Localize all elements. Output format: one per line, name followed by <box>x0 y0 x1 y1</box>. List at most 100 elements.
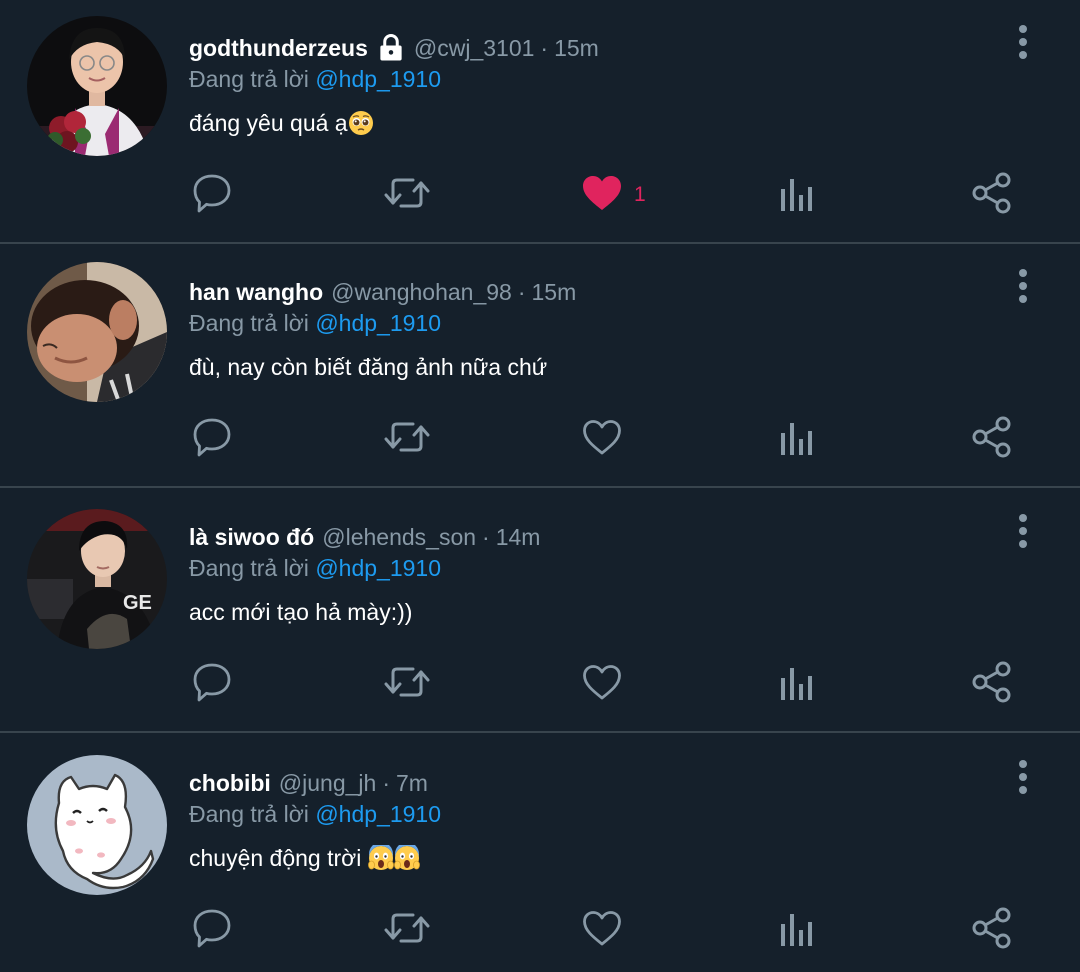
timestamp[interactable]: 7m <box>396 770 428 797</box>
tweet-text-content: chuyện động trời <box>189 845 368 871</box>
display-name[interactable]: là siwoo đó <box>189 524 314 551</box>
share-button[interactable] <box>970 415 1014 463</box>
share-button[interactable] <box>970 660 1014 708</box>
tweet[interactable]: chobibi @jung_jh · 7m Đang trả lời @hdp_… <box>0 735 1080 972</box>
replying-to: Đang trả lời @hdp_1910 <box>189 555 441 582</box>
retweet-button[interactable] <box>383 906 431 954</box>
tweet-text-content: acc mới tạo hả mày:)) <box>189 599 413 625</box>
like-button[interactable] <box>580 906 624 954</box>
heart-outline-icon <box>580 906 624 955</box>
timestamp[interactable]: 15m <box>532 279 577 306</box>
mention-link[interactable]: @hdp_1910 <box>315 66 441 92</box>
avatar[interactable] <box>27 16 167 156</box>
share-icon <box>970 906 1014 955</box>
tweet[interactable]: godthunderzeus @cwj_3101 · 15m Đang trả … <box>0 0 1080 244</box>
avatar[interactable] <box>27 755 167 895</box>
user-handle[interactable]: @cwj_3101 <box>414 35 535 62</box>
reply-button[interactable] <box>190 660 234 708</box>
replying-to-label: Đang trả lời <box>189 555 309 581</box>
retweet-button[interactable] <box>383 660 431 708</box>
lock-icon <box>376 33 406 63</box>
replying-to: Đang trả lời @hdp_1910 <box>189 66 441 93</box>
action-bar <box>0 890 1080 970</box>
mention-link[interactable]: @hdp_1910 <box>315 801 441 827</box>
tweet[interactable]: han wangho @wanghohan_98 · 15m Đang trả … <box>0 244 1080 488</box>
more-options-icon[interactable] <box>1005 264 1041 308</box>
like-button[interactable] <box>580 415 624 463</box>
user-handle[interactable]: @wanghohan_98 <box>331 279 512 306</box>
view-count-button[interactable] <box>776 660 820 708</box>
like-button[interactable] <box>580 660 624 708</box>
like-button[interactable]: 1 <box>580 171 646 219</box>
user-handle[interactable]: @jung_jh <box>279 770 377 797</box>
tweet-header: chobibi @jung_jh · 7m <box>189 763 428 803</box>
avatar[interactable] <box>27 262 167 402</box>
replying-to-label: Đang trả lời <box>189 310 309 336</box>
display-name[interactable]: chobibi <box>189 770 271 797</box>
more-options-icon[interactable] <box>1005 509 1041 553</box>
separator-dot: · <box>540 34 549 61</box>
avatar[interactable]: GE <box>27 509 167 649</box>
pleading-face-emoji <box>348 111 373 135</box>
retweet-button[interactable] <box>383 171 431 219</box>
user-handle[interactable]: @lehends_son <box>322 524 476 551</box>
tweet-text: chuyện động trời <box>189 845 420 872</box>
view-count-button[interactable] <box>776 171 820 219</box>
tweet-text: đù, nay còn biết đăng ảnh nữa chứ <box>189 354 547 381</box>
analytics-icon <box>776 171 820 220</box>
separator-dot: · <box>382 769 390 796</box>
screaming-face-emoji <box>367 845 394 870</box>
action-bar <box>0 644 1080 724</box>
share-icon <box>970 660 1014 709</box>
more-options-icon[interactable] <box>1005 755 1041 799</box>
heart-outline-icon <box>580 660 624 709</box>
tweet-header: godthunderzeus @cwj_3101 · 15m <box>189 28 599 68</box>
tweet[interactable]: GE là siwoo đó @lehends_son · 14m Đang t… <box>0 489 1080 733</box>
separator-dot: · <box>482 523 490 550</box>
tweet-text-content: đù, nay còn biết đăng ảnh nữa chứ <box>189 354 548 380</box>
share-icon <box>970 415 1014 464</box>
screaming-face-emoji <box>393 845 420 870</box>
analytics-icon <box>776 660 820 709</box>
retweet-icon <box>383 415 431 464</box>
tweet-header: là siwoo đó @lehends_son · 14m <box>189 517 540 557</box>
display-name[interactable]: han wangho <box>189 279 323 306</box>
view-count-button[interactable] <box>776 415 820 463</box>
divider <box>0 731 1080 733</box>
reply-icon <box>190 906 234 955</box>
timestamp[interactable]: 14m <box>496 524 541 551</box>
analytics-icon <box>776 906 820 955</box>
action-bar <box>0 399 1080 479</box>
mention-link[interactable]: @hdp_1910 <box>315 310 441 336</box>
share-button[interactable] <box>970 171 1014 219</box>
reply-button[interactable] <box>190 906 234 954</box>
mention-link[interactable]: @hdp_1910 <box>315 555 441 581</box>
action-bar: 1 <box>0 155 1080 235</box>
timestamp[interactable]: 15m <box>554 35 599 62</box>
reply-button[interactable] <box>190 171 234 219</box>
heart-filled-icon <box>580 171 624 220</box>
replying-to-label: Đang trả lời <box>189 66 309 92</box>
reply-icon <box>190 415 234 464</box>
reply-button[interactable] <box>190 415 234 463</box>
separator-dot: · <box>517 278 526 305</box>
display-name[interactable]: godthunderzeus <box>189 35 368 62</box>
retweet-icon <box>383 171 431 220</box>
tweet-header: han wangho @wanghohan_98 · 15m <box>189 272 576 312</box>
tweet-text-content: đáng yêu quá ạ <box>189 110 348 136</box>
divider <box>0 486 1080 488</box>
view-count-button[interactable] <box>776 906 820 954</box>
retweet-icon <box>383 660 431 709</box>
retweet-icon <box>383 906 431 955</box>
replying-to-label: Đang trả lời <box>189 801 309 827</box>
share-icon <box>970 171 1014 220</box>
reply-icon <box>190 171 234 220</box>
share-button[interactable] <box>970 906 1014 954</box>
replying-to: Đang trả lời @hdp_1910 <box>189 310 441 337</box>
like-count: 1 <box>634 183 646 206</box>
reply-icon <box>190 660 234 709</box>
heart-outline-icon <box>580 415 624 464</box>
tweet-text: acc mới tạo hả mày:)) <box>189 599 412 626</box>
more-options-icon[interactable] <box>1005 20 1041 64</box>
retweet-button[interactable] <box>383 415 431 463</box>
